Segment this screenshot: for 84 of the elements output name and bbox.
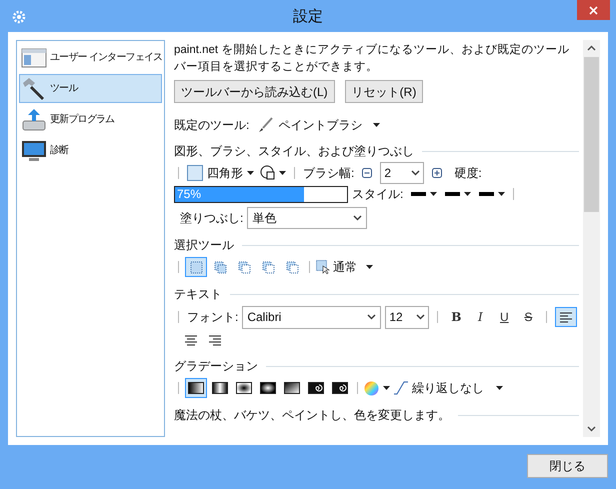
chevron-down-icon [367, 314, 376, 320]
style-label: スタイル: [352, 186, 404, 202]
line-style-dropdown[interactable] [479, 192, 506, 196]
caret-icon [247, 171, 254, 175]
brush-width-label: ブラシ幅: [303, 165, 354, 181]
sidebar-item[interactable]: ツール [19, 74, 162, 103]
gradient-icon [332, 382, 348, 394]
align-right-icon [209, 334, 221, 346]
fill-dropdown[interactable]: 単色 [247, 207, 368, 229]
paintbrush-icon [257, 117, 274, 133]
font-label: フォント: [187, 309, 238, 325]
toolbar-button[interactable]: ツールバーから読み込む(L) [174, 80, 335, 103]
text-style-button[interactable]: U [494, 307, 514, 327]
scrollbar[interactable] [583, 40, 600, 437]
ramp-line-icon [394, 381, 408, 395]
color-mode-dropdown[interactable] [364, 380, 390, 396]
overlap-shape-icon [260, 165, 276, 181]
toolbar-button[interactable]: リセット(R) [344, 80, 424, 103]
plus-icon[interactable] [432, 168, 442, 178]
gradient-icon [212, 382, 228, 394]
close-icon [589, 6, 598, 14]
align-center-icon [185, 334, 197, 346]
selection-cursor-icon [316, 260, 330, 274]
tool-dropdown[interactable]: ペイントブラシ [257, 117, 380, 133]
text-style-button[interactable]: I [470, 307, 490, 327]
description-text: paint.net を開始したときにアクティブになるツール、および既定のツールバー項目を選択することができます。 [174, 42, 570, 75]
window-title: 設定 [292, 7, 324, 27]
text-style-button[interactable]: S [518, 307, 538, 327]
fill-label: 塗りつぶし: [180, 210, 244, 226]
gradient-icon [188, 382, 204, 394]
align-left-icon [560, 312, 572, 322]
color-wheel-icon [364, 380, 379, 396]
hardness-reading: 75% [177, 186, 202, 202]
font-dropdown[interactable]: Calibri [242, 306, 382, 328]
close-dialog-button[interactable]: 閉じる [527, 454, 608, 478]
caret-icon [383, 386, 390, 390]
monitor-icon [21, 138, 47, 162]
caret-icon [373, 123, 380, 127]
repeat-dropdown[interactable]: 繰り返しなし [394, 380, 503, 396]
gradient-icon [236, 382, 252, 394]
upload-drive-icon [21, 108, 47, 132]
section-title: テキスト [174, 286, 222, 302]
selection-mode-button[interactable] [185, 257, 207, 277]
gradient-type-button[interactable] [185, 378, 207, 398]
text-style-button[interactable]: B [446, 307, 466, 327]
chevron-down-icon [411, 170, 420, 176]
sidebar-item[interactable]: ユーザー インターフェイス [19, 43, 162, 72]
minus-icon[interactable] [362, 168, 372, 178]
gradient-icon [308, 382, 324, 394]
brush-width-field[interactable]: 2 [380, 162, 424, 184]
sidebar-item[interactable]: 更新プログラム [19, 105, 162, 134]
selection-mode-icon [238, 260, 250, 274]
gear-icon [12, 10, 26, 24]
caret-icon [496, 386, 503, 390]
selection-mode-icon [286, 260, 298, 274]
gradient-icon [260, 382, 276, 394]
caret-icon [498, 192, 506, 196]
section-title: 選択ツール [174, 237, 234, 253]
caret-icon [279, 171, 286, 175]
font-size-dropdown[interactable]: 12 [385, 306, 430, 328]
selection-mode-icon [190, 260, 202, 274]
shape-type-dropdown[interactable] [260, 165, 286, 181]
selection-mode-icon [262, 260, 274, 274]
chevron-down-icon [353, 215, 362, 221]
selection-mode-icon [214, 260, 226, 274]
align-left-button[interactable] [555, 307, 578, 327]
hammer-icon [21, 76, 47, 100]
default-tool-label: 既定のツール: [174, 117, 250, 133]
chevron-down-icon [416, 314, 426, 320]
section-title: グラデーション [174, 358, 258, 374]
line-style-dropdown[interactable] [445, 192, 472, 196]
sidebar-item[interactable]: 診断 [19, 136, 162, 165]
caret-icon [464, 192, 472, 196]
caret-icon [430, 192, 438, 196]
line-style-dropdown[interactable] [411, 192, 438, 196]
window-icon [21, 46, 47, 68]
section-title: 図形、ブラシ、スタイル、および塗りつぶし [174, 143, 414, 159]
section-title: 魔法の杖、バケツ、ペイントし、色を変更します。 [174, 407, 450, 423]
selection-mode-dropdown[interactable]: 通常 [316, 259, 373, 275]
shape-dropdown[interactable]: 四角形 [187, 165, 254, 181]
close-button[interactable] [577, 0, 610, 20]
hardness-label: 硬度: [454, 165, 482, 181]
caret-icon [366, 265, 373, 269]
gradient-icon [284, 382, 300, 394]
